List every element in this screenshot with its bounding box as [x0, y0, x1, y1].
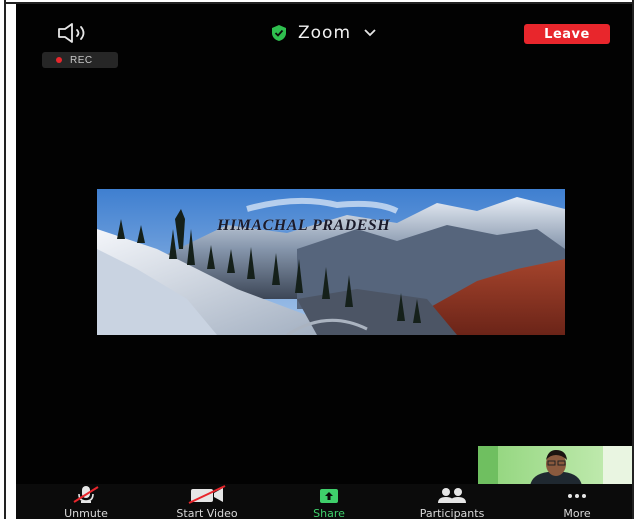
recording-dot-icon: [56, 57, 62, 63]
unmute-label: Unmute: [64, 507, 108, 519]
meeting-header: Zoom Leave: [16, 4, 632, 48]
more-button[interactable]: More: [552, 484, 602, 519]
start-video-button[interactable]: Start Video: [162, 484, 252, 519]
shared-screen-content: HIMACHAL PRADESH: [97, 189, 565, 335]
leave-button[interactable]: Leave: [524, 24, 610, 44]
share-label: Share: [313, 507, 345, 519]
video-off-icon: [188, 485, 226, 504]
participants-button[interactable]: Participants: [402, 484, 502, 519]
microphone-muted-icon: [73, 486, 99, 503]
chevron-down-icon: [364, 29, 376, 37]
frame-border-right: [632, 0, 634, 519]
frame-border-left: [4, 0, 6, 519]
self-view-video[interactable]: [478, 446, 632, 486]
more-dots-icon: [568, 494, 586, 498]
share-button[interactable]: Share: [304, 484, 354, 519]
shield-check-icon: [272, 25, 286, 41]
unmute-button[interactable]: Unmute: [56, 484, 116, 519]
more-label: More: [563, 507, 591, 519]
speaker-icon[interactable]: [56, 22, 100, 44]
mountain-landscape-image: [97, 189, 565, 335]
meeting-title-dropdown[interactable]: Zoom: [270, 21, 377, 45]
meeting-toolbar: Unmute Start Video Share Participants Mo…: [16, 484, 632, 519]
share-arrow-icon: [320, 489, 338, 503]
participants-label: Participants: [419, 507, 485, 519]
meeting-screen: Zoom Leave REC HIMACHAL PRADESH Unmute S…: [16, 4, 632, 519]
slide-title: HIMACHAL PRADESH: [217, 217, 391, 234]
recording-label: REC: [70, 54, 93, 66]
participants-icon: [438, 488, 466, 503]
recording-badge: REC: [42, 52, 118, 68]
screenshot-frame: Zoom Leave REC HIMACHAL PRADESH Unmute S…: [0, 0, 637, 519]
start-video-label: Start Video: [176, 507, 238, 519]
meeting-title: Zoom: [298, 23, 352, 43]
